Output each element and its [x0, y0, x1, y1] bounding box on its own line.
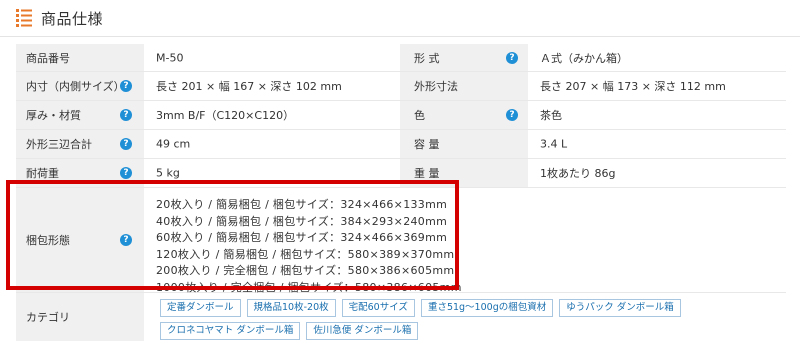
category-tag[interactable]: クロネコヤマト ダンボール箱	[160, 322, 301, 340]
help-icon[interactable]: ?	[506, 51, 518, 64]
spec-row: 内寸（内側サイズ） ? 長さ 201 × 幅 167 × 深さ 102 mm 外…	[16, 72, 786, 101]
spec-value: 長さ 207 × 幅 173 × 深さ 112 mm	[540, 80, 726, 93]
category-tags: 定番ダンボール 規格品10枚-20枚 宅配60サイズ 重さ51g〜100gの梱包資材ゆ…	[160, 299, 780, 345]
spec-row: 外形三辺合計 ? 49 cm 容 量 3.4 L	[16, 130, 786, 159]
spec-label: 内寸（内側サイズ） ?	[16, 72, 144, 100]
section-header: 商品仕様	[0, 0, 800, 40]
category-tag[interactable]: ゆうパック ダンボール箱	[559, 299, 681, 317]
help-icon[interactable]: ?	[120, 138, 132, 150]
category-tag[interactable]: 佐川急便 ダンボール箱	[306, 322, 419, 340]
category-tag[interactable]: 規格品10枚-20枚	[246, 299, 336, 317]
spec-row-category: カテゴリ 定番ダンボール 規格品10枚-20枚 宅配60サイズ 重さ51g〜100gの…	[16, 293, 786, 342]
spec-value: 3.4 L	[540, 137, 568, 151]
spec-label: 形 式 ?	[400, 44, 528, 71]
spec-row: 厚み・材質 ? 3mm B/F（C120×C120） 色 ? 茶色	[16, 101, 786, 130]
spec-value: Ａ式（みかん箱）	[540, 51, 628, 65]
spec-label: 容 量	[400, 130, 528, 158]
list-icon	[16, 9, 32, 27]
spec-value: 茶色	[540, 109, 562, 122]
spec-label: 外形三辺合計 ?	[16, 130, 144, 158]
category-tag[interactable]: 重さ51g〜100gの梱包資材	[420, 299, 554, 317]
spec-value: 49 cm	[156, 137, 191, 151]
page-title: 商品仕様	[41, 10, 104, 28]
spec-label: 色 ?	[400, 101, 528, 129]
spec-label: 外形寸法	[400, 72, 528, 100]
header-divider	[0, 36, 800, 37]
spec-label: カテゴリ	[16, 293, 144, 341]
help-icon[interactable]: ?	[120, 80, 132, 92]
highlight-box	[6, 180, 459, 290]
spec-label: 厚み・材質 ?	[16, 101, 144, 129]
spec-row: 商品番号 M-50 形 式 ? Ａ式（みかん箱）	[16, 44, 786, 72]
help-icon[interactable]: ?	[120, 167, 132, 179]
spec-label: 商品番号	[16, 44, 144, 71]
category-tag[interactable]: 宅配60サイズ	[341, 299, 415, 317]
help-icon[interactable]: ?	[506, 109, 518, 121]
category-tag[interactable]: 定番ダンボール	[160, 299, 241, 317]
spec-value: M-50	[156, 51, 184, 64]
help-icon[interactable]: ?	[120, 109, 132, 121]
spec-value: 長さ 201 × 幅 167 × 深さ 102 mm	[156, 80, 342, 93]
spec-value: 3mm B/F（C120×C120）	[156, 109, 295, 122]
spec-value: 1枚あたり 86g	[540, 167, 616, 180]
